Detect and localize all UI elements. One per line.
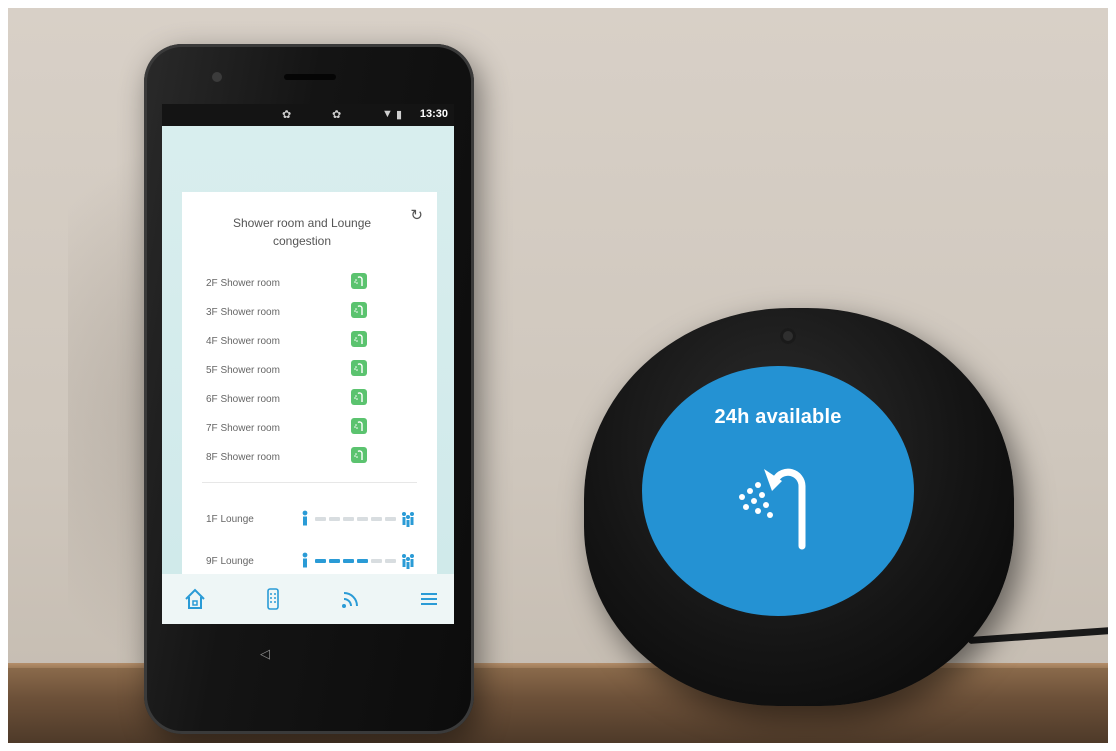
divider [202, 482, 417, 483]
card-title: Shower room and Lounge congestion [232, 216, 372, 248]
shower-available-icon [351, 331, 367, 347]
meter-segment [329, 559, 340, 563]
congestion-card: Shower room and Lounge congestion ↻ 2F S… [182, 192, 437, 590]
photo-scene: ✿ ✿ ▼ ▮ 13:30 Shower room and Lounge con… [8, 8, 1108, 743]
phone-screen: ✿ ✿ ▼ ▮ 13:30 Shower room and Lounge con… [162, 104, 454, 624]
shower-room-row: 7F Shower room [206, 417, 386, 446]
notification-icon-2: ✿ [332, 109, 342, 121]
meter-segment [357, 559, 368, 563]
meter-segment [315, 559, 326, 563]
menu-icon[interactable] [416, 586, 442, 612]
meter-segment [385, 517, 396, 521]
bottom-nav [162, 574, 454, 624]
smartphone: ✿ ✿ ▼ ▮ 13:30 Shower room and Lounge con… [144, 44, 474, 734]
shower-room-label: 4F Shower room [206, 336, 280, 347]
shower-room-row: 2F Shower room [206, 272, 386, 301]
shower-room-label: 3F Shower room [206, 307, 280, 318]
shower-available-icon [351, 273, 367, 289]
status-bar: ✿ ✿ ▼ ▮ 13:30 [162, 104, 454, 126]
shower-available-icon [351, 389, 367, 405]
home-icon[interactable] [182, 586, 208, 612]
refresh-icon[interactable]: ↻ [410, 206, 423, 224]
shower-icon [722, 451, 832, 551]
status-time: 13:30 [419, 108, 448, 120]
meter-segment [371, 559, 382, 563]
shower-room-list: 2F Shower room 3F Shower room 4F Shower ro… [206, 272, 386, 475]
shower-room-row: 5F Shower room [206, 359, 386, 388]
lounge-row-1f: 1F Lounge [206, 510, 426, 530]
wifi-icon[interactable] [338, 586, 364, 612]
wifi-signal-icon: ▼ [382, 108, 393, 120]
crowd-icon [399, 552, 417, 570]
meter-segment [343, 559, 354, 563]
availability-message: 24h available [714, 406, 842, 428]
lounge-row-9f: 9F Lounge [206, 552, 426, 572]
meter-segment [371, 517, 382, 521]
lounge-label: 1F Lounge [206, 514, 254, 525]
meter-segment [385, 559, 396, 563]
shower-room-label: 8F Shower room [206, 452, 280, 463]
meter-segment [357, 517, 368, 521]
single-person-icon [301, 510, 309, 526]
android-nav-bar: ◁ [162, 624, 454, 684]
remote-icon[interactable] [260, 586, 286, 612]
lounge-congestion-meter [301, 552, 421, 570]
shower-available-icon [351, 360, 367, 376]
shower-room-label: 2F Shower room [206, 278, 280, 289]
shower-room-label: 7F Shower room [206, 423, 280, 434]
front-camera [212, 72, 222, 82]
speaker-camera [780, 328, 796, 344]
notification-icon: ✿ [282, 109, 292, 121]
shower-room-row: 4F Shower room [206, 330, 386, 359]
shower-room-label: 5F Shower room [206, 365, 280, 376]
earpiece-speaker [284, 74, 336, 80]
smart-speaker-display: 24h available [584, 308, 1014, 706]
battery-icon: ▮ [396, 109, 403, 121]
meter-segment [315, 517, 326, 521]
shower-available-icon [351, 418, 367, 434]
meter-segment [329, 517, 340, 521]
shower-room-row: 6F Shower room [206, 388, 386, 417]
power-cable [967, 626, 1108, 645]
back-icon[interactable]: ◁ [260, 646, 270, 662]
single-person-icon [301, 552, 309, 568]
shower-available-icon [351, 302, 367, 318]
shower-room-label: 6F Shower room [206, 394, 280, 405]
lounge-label: 9F Lounge [206, 556, 254, 567]
crowd-icon [399, 510, 417, 528]
round-display: 24h available [642, 366, 914, 616]
shower-available-icon [351, 447, 367, 463]
lounge-congestion-meter [301, 510, 421, 528]
meter-segment [343, 517, 354, 521]
shower-room-row: 3F Shower room [206, 301, 386, 330]
shower-room-row: 8F Shower room [206, 446, 386, 475]
